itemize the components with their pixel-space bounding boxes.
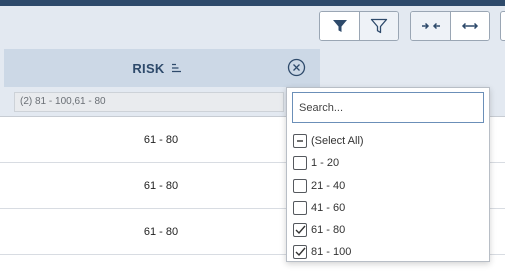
close-circle-icon[interactable] <box>287 58 306 77</box>
checked-checkbox[interactable] <box>293 223 307 237</box>
check-icon <box>295 247 306 257</box>
risk-column-header[interactable]: RISK <box>4 49 320 87</box>
filter-filled-icon <box>332 20 347 32</box>
collapse-columns-icon <box>421 22 440 30</box>
filter-outline-icon <box>370 18 388 34</box>
unchecked-checkbox[interactable] <box>293 201 307 215</box>
option-label: 61 - 80 <box>311 224 346 236</box>
filter-off-button[interactable] <box>359 12 398 40</box>
expand-columns-button[interactable] <box>450 12 489 40</box>
indeterminate-checkbox[interactable] <box>293 134 307 148</box>
option-label: 81 - 100 <box>311 246 352 258</box>
column-title: RISK <box>132 60 165 76</box>
column-header-row: RISK <box>0 49 505 87</box>
column-size-button-group <box>410 11 490 41</box>
option-label: (Select All) <box>311 135 364 147</box>
filter-option[interactable]: 81 - 100 <box>293 243 351 261</box>
filter-option-select-all[interactable]: (Select All) <box>293 132 364 150</box>
collapse-columns-button[interactable] <box>411 12 450 40</box>
toolbar-button-partial[interactable] <box>500 11 505 41</box>
sort-lines-icon[interactable] <box>171 63 182 73</box>
risk-filter-field[interactable]: (2) 81 - 100,61 - 80 <box>14 92 284 112</box>
option-label: 41 - 60 <box>311 202 346 214</box>
unchecked-checkbox[interactable] <box>293 179 307 193</box>
option-label: 1 - 20 <box>311 157 340 169</box>
search-input[interactable] <box>292 92 484 123</box>
risk-cell: 61 - 80 <box>143 226 179 238</box>
filter-on-button[interactable] <box>320 12 359 40</box>
filter-option[interactable]: 41 - 60 <box>293 199 345 217</box>
unchecked-checkbox[interactable] <box>293 156 307 170</box>
check-icon <box>295 225 306 235</box>
option-label: 21 - 40 <box>311 180 346 192</box>
risk-cell: 61 - 80 <box>143 180 179 192</box>
grid-toolbar <box>0 6 505 49</box>
checked-checkbox[interactable] <box>293 245 307 259</box>
filter-button-group <box>319 11 399 41</box>
risk-cell: 61 - 80 <box>143 134 179 146</box>
filter-option[interactable]: 21 - 40 <box>293 177 345 195</box>
filter-option[interactable]: 61 - 80 <box>293 221 345 239</box>
filter-option[interactable]: 1 - 20 <box>293 154 339 172</box>
expand-columns-icon <box>461 22 479 30</box>
filter-dropdown: (Select All) 1 - 20 21 - 40 41 - 60 61 -… <box>286 87 490 262</box>
